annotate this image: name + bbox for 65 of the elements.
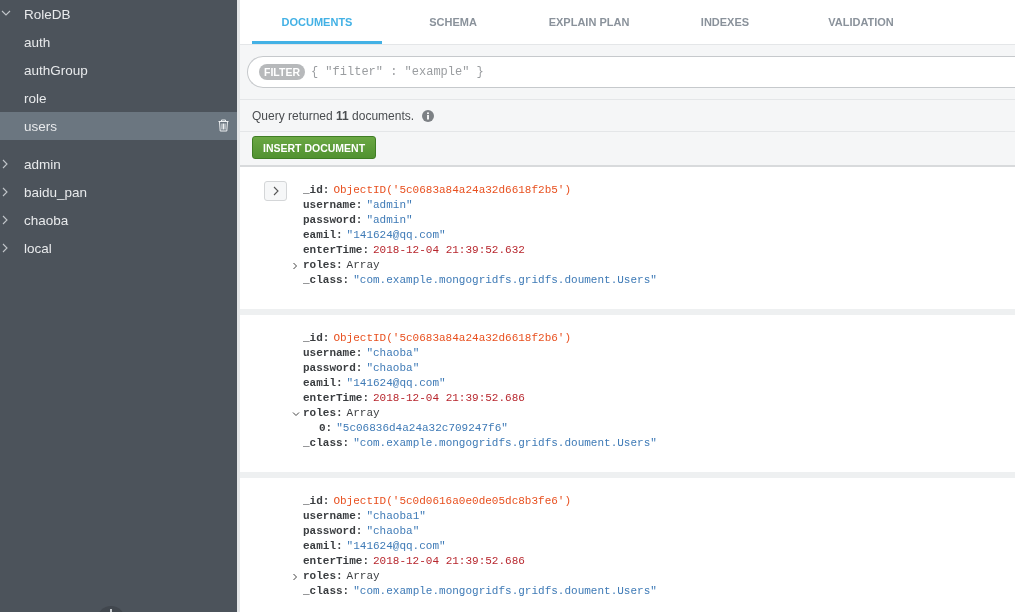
string-value: "141624@qq.com"	[346, 228, 446, 243]
field-key: _class:	[303, 273, 350, 288]
string-value: "chaoba1"	[366, 509, 426, 524]
filter-label: FILTER	[259, 64, 305, 80]
field-key: roles:	[303, 406, 343, 421]
collection-item[interactable]: authGroup	[0, 56, 237, 84]
collection-item[interactable]: auth	[0, 28, 237, 56]
field-key: 0:	[319, 421, 333, 436]
field-key: password:	[303, 524, 363, 539]
chevron-down-icon[interactable]	[1, 9, 11, 17]
string-value: "com.example.mongogridfs.gridfs.doument.Users"	[353, 584, 657, 599]
field-key: _class:	[303, 436, 350, 451]
string-value: "admin"	[366, 198, 413, 213]
field-key: enterTime:	[303, 243, 369, 258]
chevron-right-icon[interactable]	[1, 215, 9, 225]
trash-icon[interactable]	[218, 119, 229, 132]
array-value: Array	[346, 569, 380, 584]
field-key: roles:	[303, 258, 343, 273]
string-value: "com.example.mongogridfs.gridfs.doument.Users"	[353, 273, 657, 288]
query-summary: Query returned 11 documents.	[252, 108, 415, 123]
chevron-right-icon[interactable]	[1, 243, 9, 253]
collection-item[interactable]: users	[0, 112, 237, 140]
date-value: 2018-12-04 21:39:52.686	[373, 554, 525, 569]
filter-input[interactable]: { "filter" : "example" }	[308, 64, 1015, 80]
objectid-value: ObjectID('5c0683a84a24a32d6618f2b5')	[333, 183, 572, 198]
string-value: "chaoba"	[366, 361, 420, 376]
field-key: username:	[303, 346, 363, 361]
string-value: "com.example.mongogridfs.gridfs.doument.Users"	[353, 436, 657, 451]
string-value: "141624@qq.com"	[346, 376, 446, 391]
database-name[interactable]: baidu_pan	[24, 184, 88, 200]
field-key: username:	[303, 509, 363, 524]
collection-item[interactable]: role	[0, 84, 237, 112]
field-key: roles:	[303, 569, 343, 584]
chevron-right-icon[interactable]	[1, 187, 9, 197]
field-key: _class:	[303, 584, 350, 599]
field-key: password:	[303, 361, 363, 376]
chevron-right-icon	[271, 186, 280, 196]
string-value: "chaoba"	[366, 524, 420, 539]
database-name[interactable]: local	[24, 240, 52, 256]
field-key: eamil:	[303, 228, 343, 243]
field-key: enterTime:	[303, 391, 369, 406]
objectid-value: ObjectID('5c0d0616a0e0de05dc8b3fe6')	[333, 494, 572, 509]
database-name[interactable]: RoleDB	[24, 6, 71, 22]
field-key: _id:	[303, 183, 330, 198]
objectid-value: ObjectID('5c0683a84a24a32d6618f2b6')	[333, 331, 572, 346]
array-value: Array	[346, 258, 380, 273]
field-key: enterTime:	[303, 554, 369, 569]
string-value: "141624@qq.com"	[346, 539, 446, 554]
field-key: eamil:	[303, 376, 343, 391]
date-value: 2018-12-04 21:39:52.686	[373, 391, 525, 406]
insert-document-button[interactable]: INSERT DOCUMENT	[252, 136, 377, 159]
database-name[interactable]: chaoba	[24, 212, 69, 228]
database-name[interactable]: admin	[24, 156, 61, 172]
string-value: "admin"	[366, 213, 413, 228]
field-key: _id:	[303, 331, 330, 346]
date-value: 2018-12-04 21:39:52.632	[373, 243, 525, 258]
chevron-right-icon[interactable]	[1, 159, 9, 169]
info-icon[interactable]	[422, 109, 435, 122]
field-key: password:	[303, 213, 363, 228]
string-value: "5c06836d4a24a32c709247f6"	[336, 421, 508, 436]
field-key: eamil:	[303, 539, 343, 554]
string-value: "chaoba"	[366, 346, 420, 361]
array-value: Array	[346, 406, 380, 421]
field-key: username:	[303, 198, 363, 213]
field-key: _id:	[303, 494, 330, 509]
